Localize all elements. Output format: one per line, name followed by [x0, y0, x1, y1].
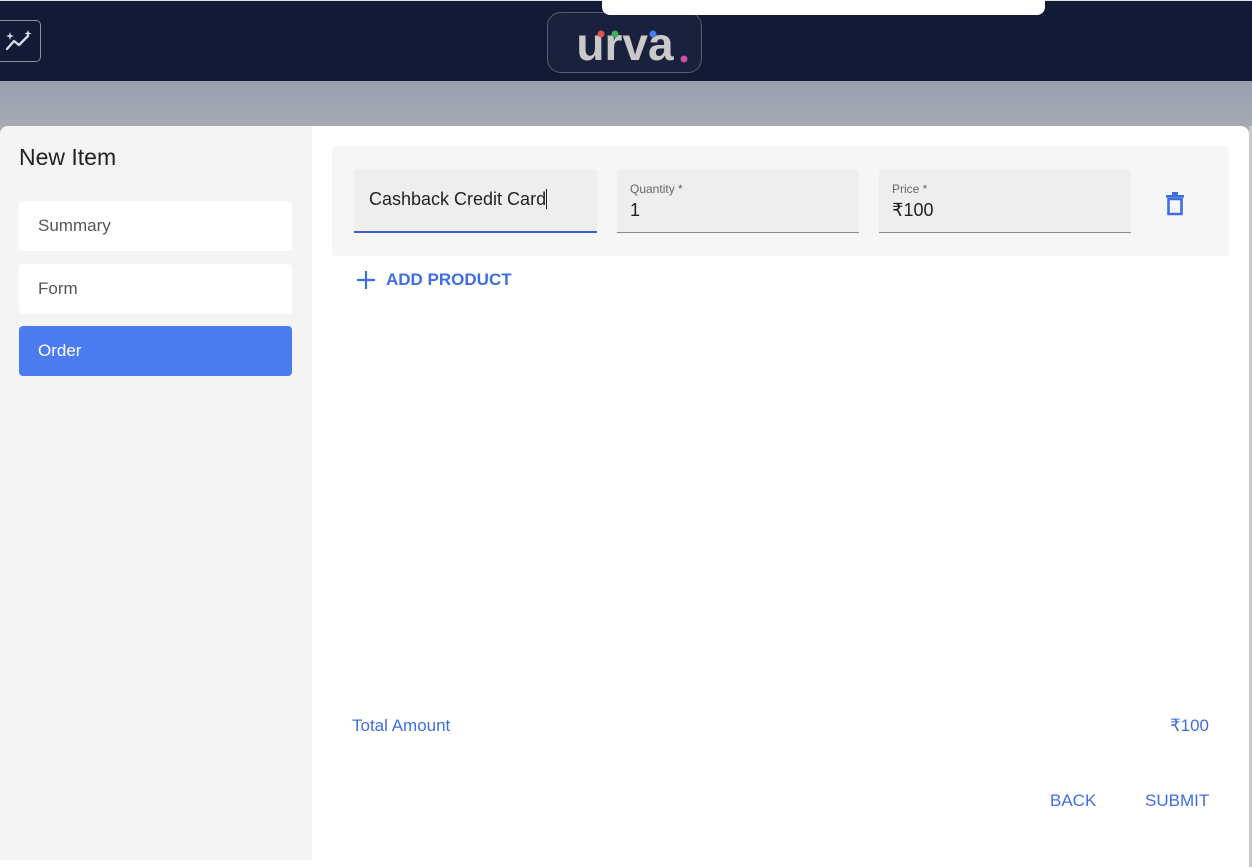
- nav-item-summary[interactable]: Summary: [19, 201, 292, 251]
- total-amount-value: ₹100: [1169, 716, 1209, 735]
- urva-logo-icon: urva: [576, 20, 687, 66]
- logo-dot-3: [649, 30, 656, 37]
- logo-dot-2: [611, 30, 618, 37]
- nav-item-order[interactable]: Order: [19, 326, 292, 376]
- quantity-label: Quantity *: [630, 182, 683, 196]
- submit-button[interactable]: SUBMIT: [1145, 791, 1209, 811]
- new-item-dialog: New Item Summary Form Order Cashback Cre…: [0, 126, 1249, 867]
- plus-icon: [357, 271, 375, 289]
- product-name-value: Cashback Credit Card: [369, 189, 548, 209]
- logo-dot-4: [680, 55, 687, 62]
- logo-text: urva: [576, 20, 674, 66]
- product-row: Cashback Credit Card Quantity * 1 Price …: [332, 146, 1229, 256]
- dialog-sidebar: New Item Summary Form Order: [0, 126, 312, 860]
- price-value: ₹100: [892, 200, 934, 220]
- add-product-label: ADD PRODUCT: [386, 270, 512, 289]
- delete-product-button[interactable]: [1158, 184, 1192, 224]
- dialog-title: New Item: [19, 144, 117, 170]
- back-button[interactable]: BACK: [1050, 791, 1096, 811]
- ai-insights-button[interactable]: [0, 20, 41, 62]
- logo-dot-1: [597, 30, 604, 37]
- nav-item-form[interactable]: Form: [19, 264, 292, 314]
- notification-popup-edge: [602, 0, 1045, 15]
- price-label: Price *: [892, 182, 928, 196]
- sparkle-chart-icon: [5, 30, 31, 51]
- top-app-bar: urva: [0, 0, 1252, 81]
- text-caret: [546, 189, 548, 209]
- quantity-value: 1: [630, 200, 641, 220]
- brand-logo[interactable]: urva: [547, 12, 702, 73]
- add-product-button[interactable]: ADD PRODUCT: [354, 268, 512, 292]
- total-amount-label: Total Amount: [352, 716, 451, 735]
- quantity-field[interactable]: Quantity * 1: [617, 169, 859, 233]
- product-name-field[interactable]: Cashback Credit Card: [354, 169, 597, 233]
- price-field[interactable]: Price * ₹100: [879, 169, 1131, 233]
- trash-icon: [1166, 192, 1184, 216]
